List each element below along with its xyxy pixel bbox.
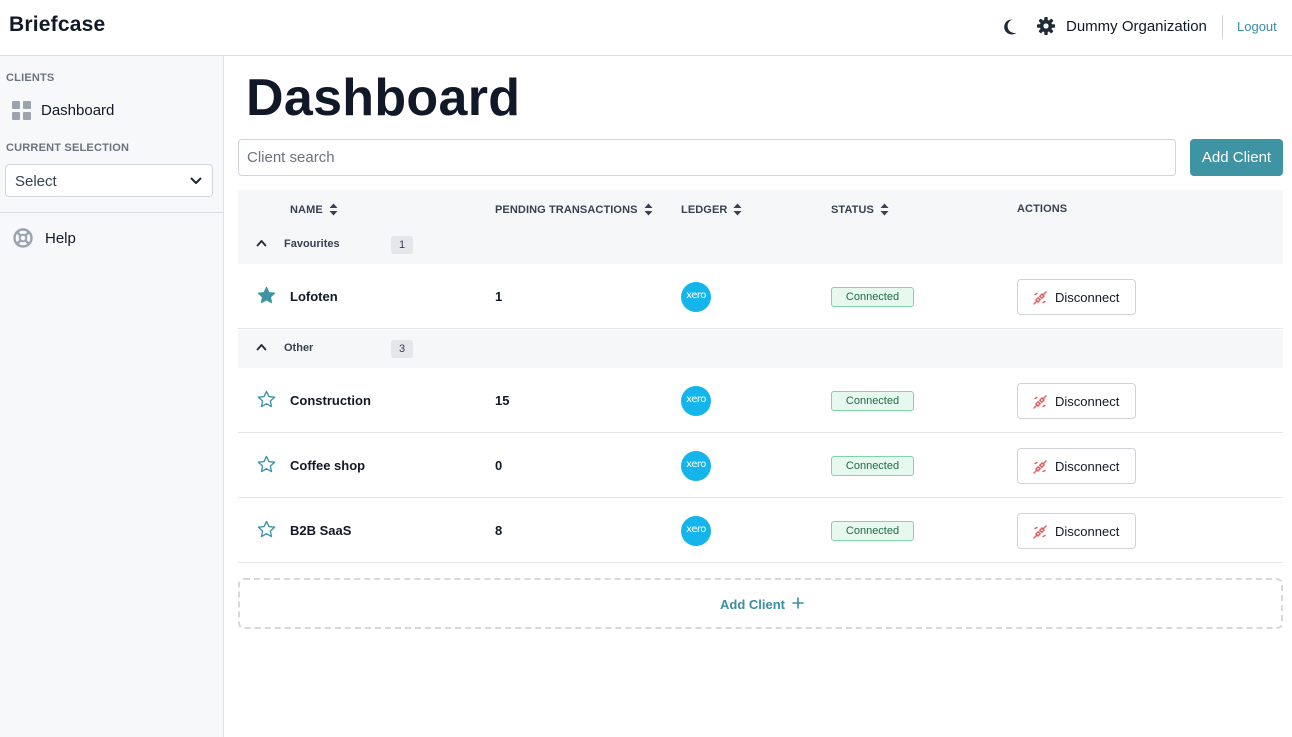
xero-logo: xero xyxy=(681,282,711,312)
sidebar-section-current-selection: CURRENT SELECTION xyxy=(6,142,130,154)
status-badge: Connected xyxy=(831,391,914,411)
column-header-ledger[interactable]: LEDGER xyxy=(681,203,742,216)
disconnect-label: Disconnect xyxy=(1055,459,1120,474)
xero-logo-text: xero xyxy=(686,524,706,535)
column-header-status[interactable]: STATUS xyxy=(831,203,889,216)
status-badge: Connected xyxy=(831,287,914,307)
group-label: Favourites xyxy=(284,238,340,250)
client-select[interactable]: Select xyxy=(5,164,213,197)
column-header-label: STATUS xyxy=(831,204,874,216)
client-select-value: Select xyxy=(15,173,57,190)
column-header-label: PENDING TRANSACTIONS xyxy=(495,204,638,216)
group-count-badge: 1 xyxy=(391,236,413,254)
sidebar-section-clients: CLIENTS xyxy=(6,72,55,84)
moon-icon[interactable] xyxy=(999,17,1019,37)
chevron-up-icon xyxy=(256,240,267,247)
xero-logo-text: xero xyxy=(686,290,706,301)
pending-transactions-count: 15 xyxy=(495,393,510,408)
sidebar-item-dashboard[interactable]: Dashboard xyxy=(12,100,212,122)
add-client-button[interactable]: Add Client xyxy=(1190,139,1283,176)
sort-icon xyxy=(733,203,742,216)
column-header-name[interactable]: NAME xyxy=(290,203,338,216)
sidebar: CLIENTS Dashboard CURRENT SELECTION Sele… xyxy=(0,56,224,737)
column-header-label: NAME xyxy=(290,204,323,216)
header-divider xyxy=(1222,15,1223,39)
disconnect-label: Disconnect xyxy=(1055,394,1120,409)
table-row: B2B SaaS 8 xero Connected Disconnect xyxy=(238,498,1283,563)
disconnect-button[interactable]: Disconnect xyxy=(1017,513,1136,549)
plus-icon xyxy=(792,597,804,609)
grid-icon xyxy=(12,101,31,120)
star-outline-icon[interactable] xyxy=(257,390,276,409)
disconnect-button[interactable]: Disconnect xyxy=(1017,448,1136,484)
column-header-pending-transactions[interactable]: PENDING TRANSACTIONS xyxy=(495,203,653,216)
table-row: Lofoten 1 xero Connected Disconnect xyxy=(238,264,1283,329)
xero-logo-text: xero xyxy=(686,459,706,470)
unplug-icon xyxy=(1033,525,1047,539)
add-client-row-label: Add Client xyxy=(720,597,785,612)
client-search-input[interactable] xyxy=(238,139,1176,176)
client-name[interactable]: Construction xyxy=(290,393,371,408)
page-title: Dashboard xyxy=(246,69,521,127)
xero-logo: xero xyxy=(681,386,711,416)
disconnect-label: Disconnect xyxy=(1055,290,1120,305)
xero-logo: xero xyxy=(681,451,711,481)
sidebar-item-help[interactable]: Help xyxy=(13,228,213,250)
group-header-other[interactable]: Other 3 xyxy=(238,330,1283,368)
status-badge: Connected xyxy=(831,521,914,541)
client-name[interactable]: Lofoten xyxy=(290,289,338,304)
xero-logo-text: xero xyxy=(686,394,706,405)
pending-transactions-count: 1 xyxy=(495,289,503,304)
column-header-label: LEDGER xyxy=(681,204,728,216)
group-header-favourites[interactable]: Favourites 1 xyxy=(238,226,1283,264)
column-header-actions: ACTIONS xyxy=(1017,203,1067,215)
chevron-down-icon xyxy=(190,177,202,184)
disconnect-label: Disconnect xyxy=(1055,524,1120,539)
brand-logo[interactable]: Briefcase xyxy=(9,13,105,37)
sidebar-divider xyxy=(0,212,223,213)
top-bar: Briefcase Dummy Organization Logout xyxy=(0,0,1292,56)
client-name[interactable]: B2B SaaS xyxy=(290,523,351,538)
column-header-label: ACTIONS xyxy=(1017,203,1068,215)
organization-name[interactable]: Dummy Organization xyxy=(1066,18,1207,35)
xero-logo: xero xyxy=(681,516,711,546)
pending-transactions-count: 0 xyxy=(495,458,503,473)
logout-link[interactable]: Logout xyxy=(1237,19,1277,34)
unplug-icon xyxy=(1033,460,1047,474)
gear-icon[interactable] xyxy=(1036,16,1056,36)
status-badge: Connected xyxy=(831,456,914,476)
disconnect-button[interactable]: Disconnect xyxy=(1017,279,1136,315)
sort-icon xyxy=(329,203,338,216)
table-row: Coffee shop 0 xero Connected Disconnect xyxy=(238,433,1283,498)
add-client-row-button[interactable]: Add Client xyxy=(238,578,1283,629)
pending-transactions-count: 8 xyxy=(495,523,503,538)
sort-icon xyxy=(880,203,889,216)
table-row: Construction 15 xero Connected Disconnec… xyxy=(238,368,1283,433)
sort-icon xyxy=(644,203,653,216)
unplug-icon xyxy=(1033,395,1047,409)
star-filled-icon[interactable] xyxy=(257,286,276,305)
disconnect-button[interactable]: Disconnect xyxy=(1017,383,1136,419)
star-outline-icon[interactable] xyxy=(257,455,276,474)
chevron-up-icon xyxy=(256,344,267,351)
unplug-icon xyxy=(1033,291,1047,305)
star-outline-icon[interactable] xyxy=(257,520,276,539)
group-label: Other xyxy=(284,342,314,354)
lifebuoy-icon xyxy=(13,228,33,248)
sidebar-item-label: Dashboard xyxy=(41,102,115,119)
group-count-badge: 3 xyxy=(391,340,413,358)
client-name[interactable]: Coffee shop xyxy=(290,458,365,473)
sidebar-item-label: Help xyxy=(45,230,76,247)
